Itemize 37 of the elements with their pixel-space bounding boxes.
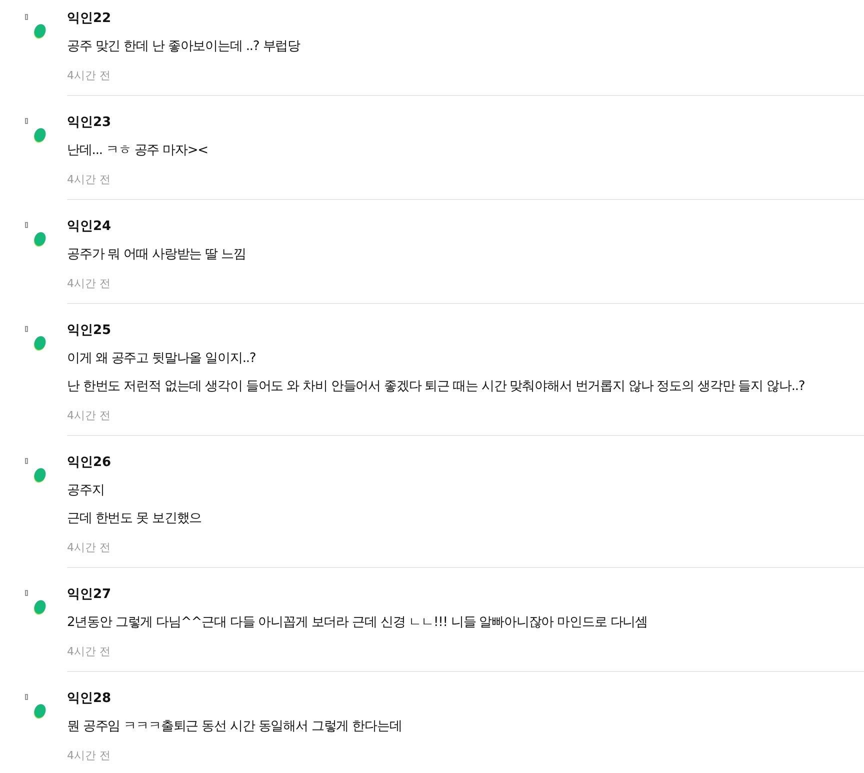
image-placeholder-icon: [25, 694, 28, 700]
avatar-icon: [33, 598, 47, 616]
image-placeholder-icon: [25, 222, 28, 228]
author-name: 익인27: [67, 586, 112, 604]
timestamp: 4시간 전: [67, 541, 112, 555]
comment-text: 근데 한번도 못 보긴했으: [67, 510, 203, 528]
avatar-icon: [33, 466, 47, 484]
image-placeholder-icon: [25, 590, 28, 596]
avatar-icon: [33, 230, 47, 248]
comment-text: 난데... ㅋㅎ 공주 마자><: [67, 142, 209, 160]
avatar-icon: [33, 334, 47, 352]
author-name: 익인28: [67, 690, 112, 708]
comment-text: 공주가 뭐 어때 사랑받는 딸 느낌: [67, 246, 247, 264]
comment-text: 2년동안 그렇게 다님^^근대 다들 아니꼽게 보더라 근데 신경 ㄴㄴ!!! 니들 알빠아니잖아 마인드로 다니셈: [67, 614, 648, 632]
image-placeholder-icon: [25, 326, 28, 332]
comment-text: 공주 맞긴 한데 난 좋아보이는데 ..? 부럽당: [67, 38, 302, 56]
comment-text: 공주지: [67, 482, 106, 500]
timestamp: 4시간 전: [67, 173, 112, 187]
comment-text: 이게 왜 공주고 뒷말나올 일이지..?: [67, 350, 257, 368]
image-placeholder-icon: [25, 14, 28, 20]
author-name: 익인22: [67, 10, 112, 28]
timestamp: 4시간 전: [67, 409, 112, 423]
author-name: 익인24: [67, 218, 112, 236]
image-placeholder-icon: [25, 118, 28, 124]
image-placeholder-icon: [25, 458, 28, 464]
author-name: 익인23: [67, 114, 112, 132]
author-name: 익인26: [67, 454, 112, 472]
comment-text: 뭔 공주임 ㅋㅋㅋ출퇴근 동선 시간 동일해서 그렇게 한다는데: [67, 718, 403, 736]
timestamp: 4시간 전: [67, 645, 112, 659]
author-name: 익인25: [67, 322, 112, 340]
timestamp: 4시간 전: [67, 277, 112, 291]
avatar-icon: [33, 22, 47, 40]
comment-text: 난 한번도 저런적 없는데 생각이 들어도 와 차비 안들어서 좋겠다 퇴근 때는 시간 맞춰야해서 번거롭지 않나 정도의 생각만 들지 않나..?: [67, 378, 806, 396]
timestamp: 4시간 전: [67, 69, 112, 83]
avatar-icon: [33, 126, 47, 144]
timestamp: 4시간 전: [67, 749, 112, 763]
avatar-icon: [33, 702, 47, 720]
